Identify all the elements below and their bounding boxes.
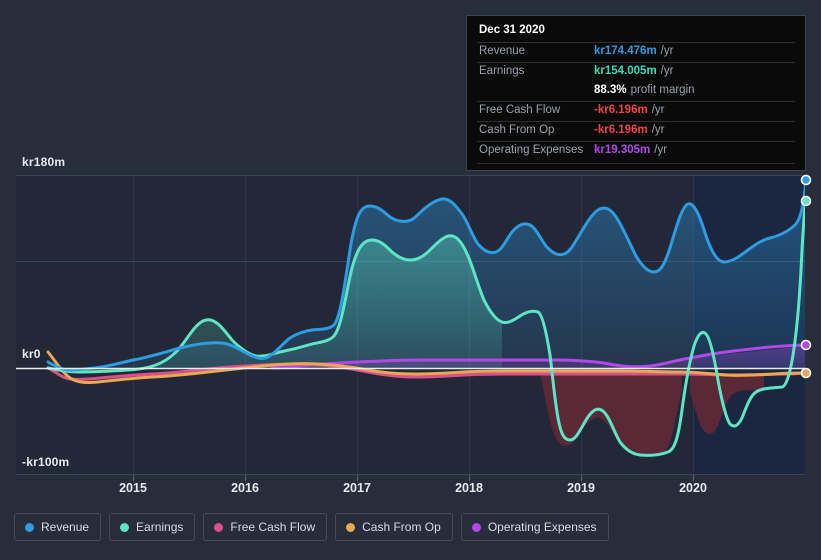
legend-dot-icon-free-cash-flow (214, 522, 224, 532)
tooltip-unit-revenue: /yr (660, 45, 674, 57)
legend-dot-icon-operating-expenses (471, 522, 481, 532)
tooltip-value-cash-from-op: -kr6.196m (594, 124, 648, 136)
chart-legend: Revenue Earnings Free Cash Flow Cash Fro… (14, 513, 609, 541)
tooltip-row-free-cash-flow: Free Cash Flow -kr6.196m /yr (477, 101, 795, 121)
legend-dot-icon-earnings (120, 522, 130, 532)
tooltip-label-revenue: Revenue (479, 45, 526, 57)
x-axis-label-2016: 2016 (231, 481, 259, 495)
tooltip-row-operating-expenses: Operating Expenses kr19.305m /yr (477, 141, 795, 161)
legend-item-revenue[interactable]: Revenue (14, 513, 102, 541)
tooltip-value-operating-expenses: kr19.305m (594, 144, 651, 156)
earnings-endpoint-marker (800, 195, 812, 207)
legend-dot-icon-cash-from-op (346, 522, 356, 532)
y-axis-label-top: kr180m (22, 155, 66, 169)
x-axis-label-2020: 2020 (679, 481, 707, 495)
cash-from-op-endpoint-marker (800, 367, 812, 379)
x-tick-marks (133, 475, 694, 481)
x-axis-label-2015: 2015 (119, 481, 147, 495)
legend-label-earnings: Earnings (136, 520, 184, 534)
legend-label-cash-from-op: Cash From Op (362, 520, 441, 534)
legend-item-cash-from-op[interactable]: Cash From Op (335, 513, 453, 541)
x-axis-label-2017: 2017 (343, 481, 371, 495)
legend-dot-icon-revenue (25, 522, 34, 532)
chart-tooltip: Dec 31 2020 Revenue kr174.476m /yr Earni… (466, 15, 806, 171)
tooltip-label-free-cash-flow: Free Cash Flow (479, 104, 561, 116)
legend-label-operating-expenses: Operating Expenses (487, 520, 597, 534)
legend-item-free-cash-flow[interactable]: Free Cash Flow (203, 513, 328, 541)
tooltip-label-operating-expenses: Operating Expenses (479, 144, 584, 156)
y-axis-label-zero: kr0 (22, 347, 41, 361)
tooltip-row-revenue: Revenue kr174.476m /yr (477, 42, 795, 62)
tooltip-label-earnings: Earnings (479, 65, 525, 77)
legend-item-operating-expenses[interactable]: Operating Expenses (460, 513, 609, 541)
tooltip-value-free-cash-flow: -kr6.196m (594, 104, 648, 116)
operating-expenses-endpoint-marker (800, 339, 812, 351)
tooltip-date: Dec 31 2020 (479, 24, 545, 36)
tooltip-unit-earnings: /yr (660, 65, 674, 77)
tooltip-unit-cash-from-op: /yr (651, 124, 665, 136)
tooltip-unit-profit-margin: profit margin (630, 84, 695, 96)
legend-label-revenue: Revenue (41, 520, 90, 534)
tooltip-value-earnings: kr154.005m (594, 65, 657, 77)
tooltip-unit-free-cash-flow: /yr (651, 104, 665, 116)
revenue-endpoint-marker (800, 174, 812, 186)
legend-item-earnings[interactable]: Earnings (109, 513, 196, 541)
tooltip-row-profit-margin: 88.3% profit margin (477, 82, 795, 101)
y-axis-label-bottom: -kr100m (22, 455, 70, 469)
tooltip-row-earnings: Earnings kr154.005m /yr (477, 62, 795, 82)
tooltip-unit-operating-expenses: /yr (654, 144, 668, 156)
tooltip-value-revenue: kr174.476m (594, 45, 657, 57)
tooltip-bottom-divider (477, 163, 795, 164)
tooltip-row-cash-from-op: Cash From Op -kr6.196m /yr (477, 121, 795, 141)
tooltip-label-cash-from-op: Cash From Op (479, 124, 555, 136)
legend-label-free-cash-flow: Free Cash Flow (230, 520, 316, 534)
tooltip-value-profit-margin: 88.3% (594, 84, 627, 96)
financial-chart-widget: kr180m kr0 -kr100m 2015 2016 2017 2018 2… (0, 0, 821, 560)
x-axis-label-2018: 2018 (455, 481, 483, 495)
x-axis-label-2019: 2019 (567, 481, 595, 495)
